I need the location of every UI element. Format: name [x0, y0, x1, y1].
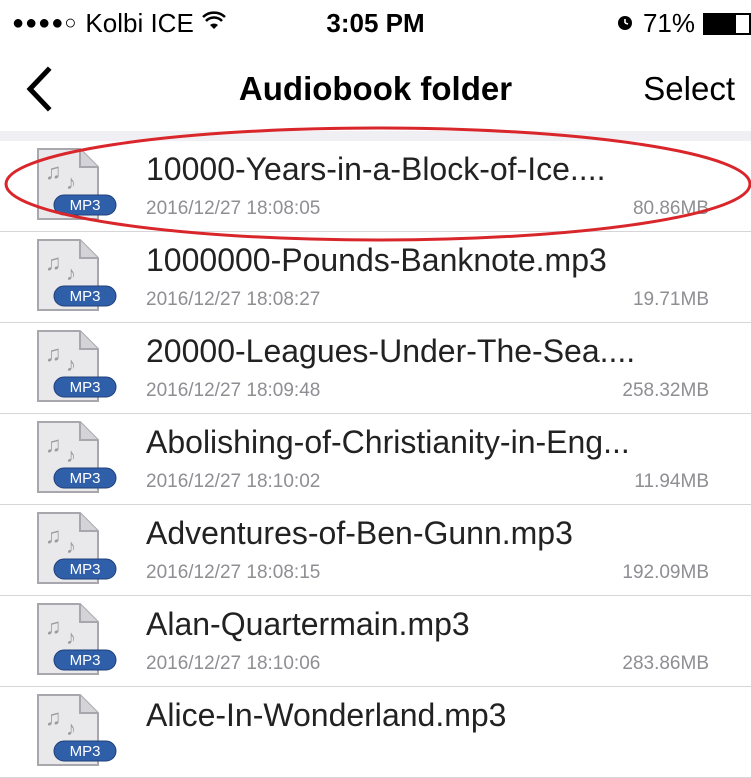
file-date: 2016/12/27 18:10:06: [146, 653, 321, 674]
svg-text:♫: ♫: [45, 614, 62, 639]
battery-icon: [703, 12, 751, 35]
list-item[interactable]: ♫ ♪ MP3 Alice-In-Wonderland.mp3: [0, 687, 751, 778]
svg-text:MP3: MP3: [70, 379, 101, 396]
svg-text:♪: ♪: [66, 445, 76, 467]
page-title: Audiobook folder: [238, 70, 513, 107]
mp3-file-icon: ♫ ♪ MP3: [32, 511, 122, 585]
battery-percent: 71%: [642, 8, 695, 38]
mp3-file-icon: ♫ ♪ MP3: [32, 420, 122, 494]
list-item[interactable]: ♫ ♪ MP3 20000-Leagues-Under-The-Sea.... 2016…: [0, 323, 751, 414]
file-size: 11.94MB: [634, 471, 709, 492]
file-size: 80.86MB: [632, 198, 709, 219]
list-item[interactable]: ♫ ♪ MP3 1000000-Pounds-Banknote.mp3 2016/12/…: [0, 232, 751, 323]
list-item[interactable]: ♫ ♪ MP3 Alan-Quartermain.mp3 2016/12/27 18:1…: [0, 596, 751, 687]
mp3-file-icon: ♫ ♪ MP3: [32, 147, 122, 221]
svg-text:♪: ♪: [66, 263, 76, 285]
svg-text:MP3: MP3: [70, 470, 101, 487]
file-size: 192.09MB: [622, 562, 709, 583]
svg-text:MP3: MP3: [70, 652, 101, 669]
svg-text:♫: ♫: [45, 705, 62, 730]
svg-text:♪: ♪: [66, 718, 76, 740]
svg-text:♪: ♪: [66, 536, 76, 558]
status-bar: ●●●●○ Kolbi ICE 3:05 PM 71%: [0, 0, 751, 46]
svg-text:♫: ♫: [45, 341, 62, 366]
svg-text:♫: ♫: [45, 250, 62, 275]
file-size: 283.86MB: [622, 653, 709, 674]
svg-text:♫: ♫: [45, 523, 62, 548]
navigation-bar: Audiobook folder Select: [0, 48, 751, 132]
file-size: 19.71MB: [632, 289, 709, 310]
svg-text:MP3: MP3: [70, 197, 101, 214]
file-name: Abolishing-of-Christianity-in-Eng...: [146, 424, 630, 460]
select-button[interactable]: Select: [643, 70, 735, 108]
status-right: 71%: [615, 8, 751, 39]
file-size: 258.32MB: [622, 380, 709, 401]
svg-text:♫: ♫: [45, 432, 62, 457]
mp3-file-icon: ♫ ♪ MP3: [32, 602, 122, 676]
file-date: 2016/12/27 18:08:27: [146, 289, 321, 310]
svg-text:♪: ♪: [66, 627, 76, 649]
mp3-file-icon: ♫ ♪ MP3: [32, 329, 122, 403]
file-list: ♫ ♪ MP3 10000-Years-in-a-Block-of-Ice.... 20…: [0, 141, 751, 778]
file-name: Alice-In-Wonderland.mp3: [146, 697, 507, 733]
list-header-separator: [0, 131, 751, 141]
file-name: Adventures-of-Ben-Gunn.mp3: [146, 515, 573, 551]
svg-text:MP3: MP3: [70, 561, 101, 578]
file-date: 2016/12/27 18:08:05: [146, 198, 321, 219]
file-name: 20000-Leagues-Under-The-Sea....: [146, 333, 636, 369]
file-date: 2016/12/27 18:09:48: [146, 380, 321, 401]
svg-text:MP3: MP3: [70, 288, 101, 305]
mp3-file-icon: ♫ ♪ MP3: [32, 693, 122, 767]
file-date: 2016/12/27 18:08:15: [146, 562, 321, 583]
file-name: 1000000-Pounds-Banknote.mp3: [146, 242, 607, 278]
svg-text:♪: ♪: [66, 172, 76, 194]
alarm-clock-icon: [615, 8, 635, 39]
battery-fill: [705, 14, 737, 33]
file-name: Alan-Quartermain.mp3: [146, 606, 470, 642]
file-date: 2016/12/27 18:10:02: [146, 471, 321, 492]
file-name: 10000-Years-in-a-Block-of-Ice....: [146, 151, 606, 187]
list-item[interactable]: ♫ ♪ MP3 10000-Years-in-a-Block-of-Ice.... 20…: [0, 141, 751, 232]
mp3-file-icon: ♫ ♪ MP3: [32, 238, 122, 312]
list-item[interactable]: ♫ ♪ MP3 Abolishing-of-Christianity-in-Eng..…: [0, 414, 751, 505]
list-item[interactable]: ♫ ♪ MP3 Adventures-of-Ben-Gunn.mp3 2016/12/2…: [0, 505, 751, 596]
svg-text:MP3: MP3: [70, 743, 101, 760]
svg-text:♫: ♫: [45, 159, 62, 184]
svg-text:♪: ♪: [66, 354, 76, 376]
